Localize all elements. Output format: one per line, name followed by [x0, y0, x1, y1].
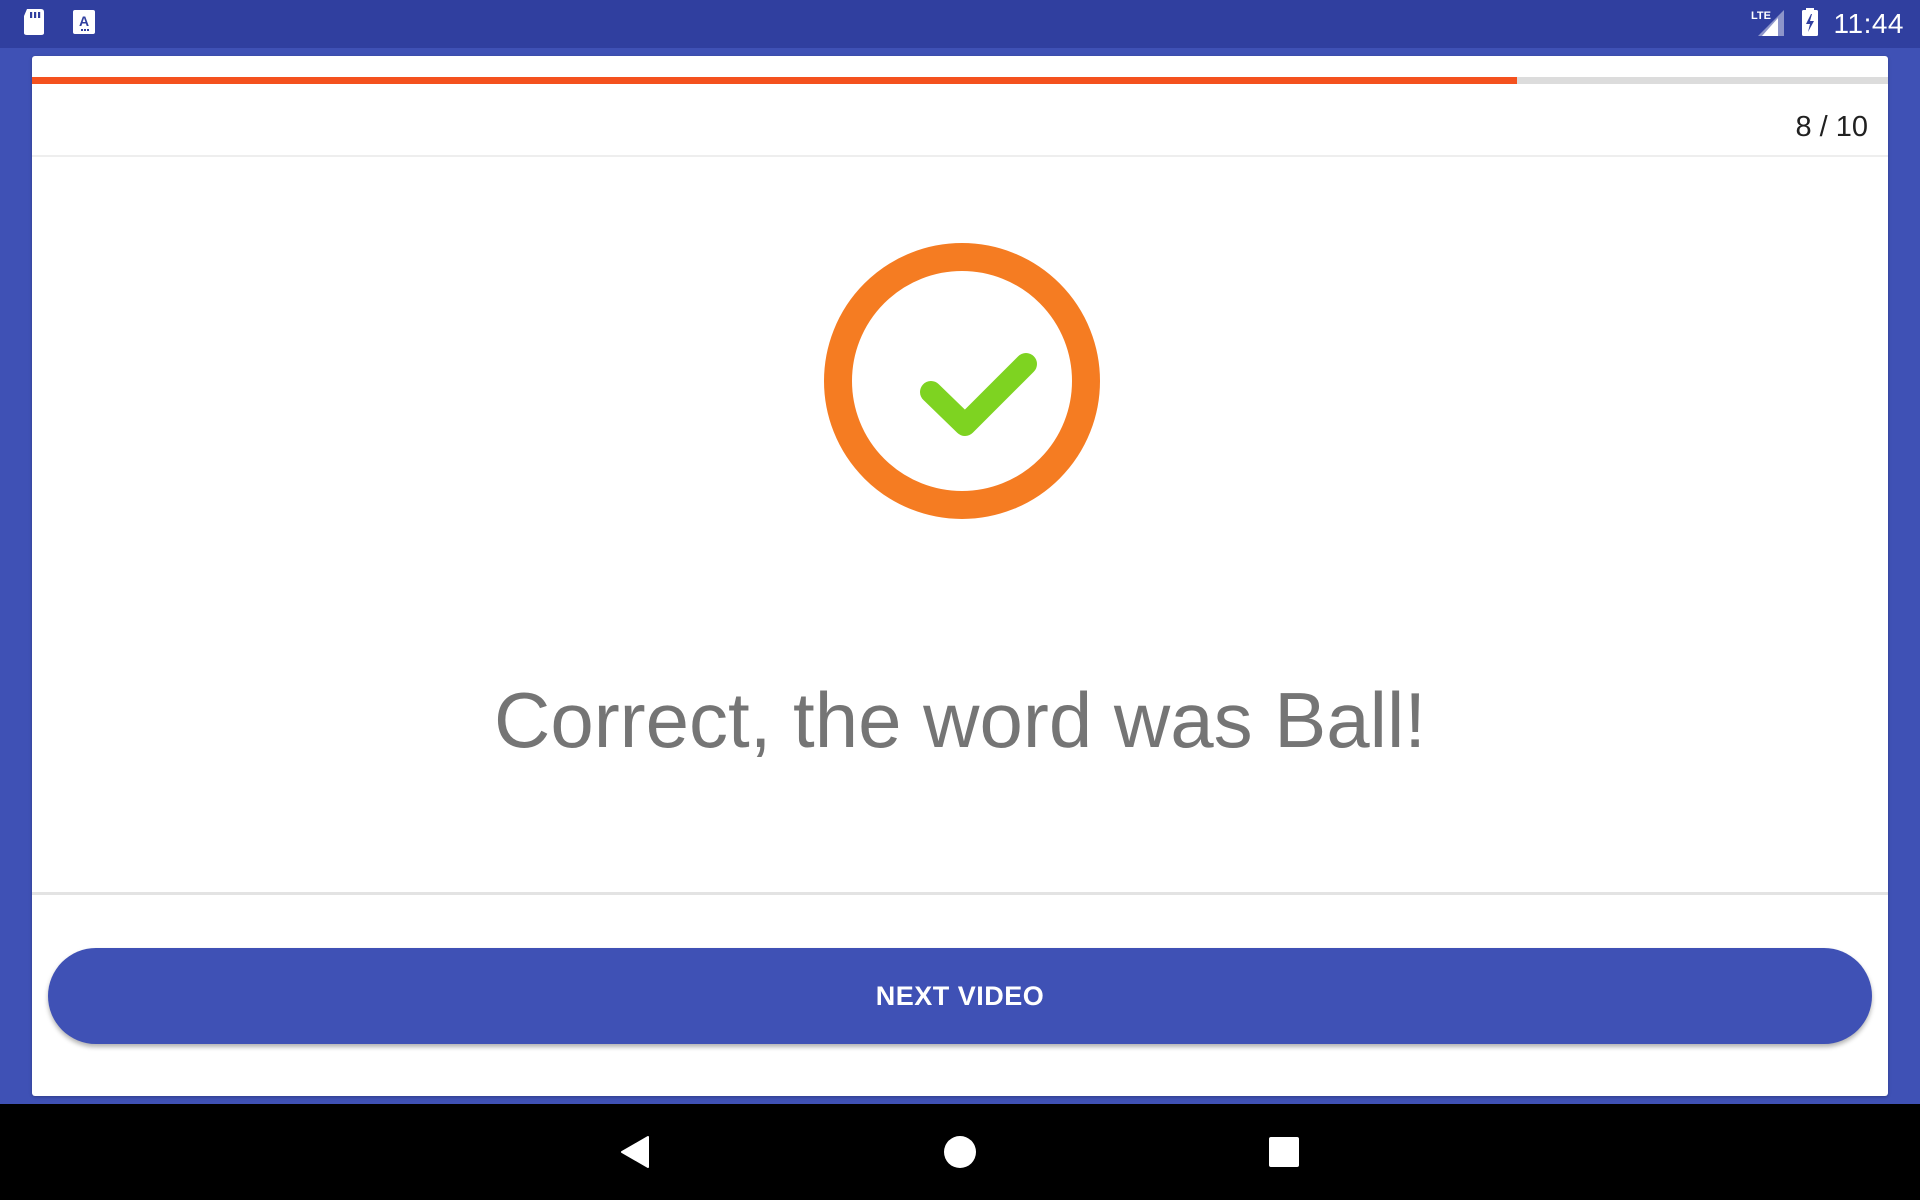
- header-divider: [32, 155, 1888, 157]
- sd-card-icon: [22, 8, 46, 41]
- keyboard-a-icon: A: [72, 9, 96, 40]
- check-circle-icon: [822, 241, 1102, 521]
- result-message: Correct, the word was Ball!: [493, 676, 1426, 764]
- footer-divider: [32, 892, 1888, 895]
- quiz-result-card: 8 / 10 Correct, the word was Ball! NEXT …: [32, 56, 1888, 1096]
- svg-text:A: A: [79, 13, 89, 29]
- question-counter: 8 / 10: [1795, 111, 1868, 143]
- quiz-progress-bar: [32, 77, 1888, 84]
- quiz-progress-fill: [32, 77, 1517, 84]
- back-icon[interactable]: [612, 1128, 660, 1176]
- notification-icons: A: [22, 8, 96, 41]
- home-icon[interactable]: [936, 1128, 984, 1176]
- status-bar: A LTE 11:44: [0, 0, 1920, 48]
- navigation-bar: [0, 1104, 1920, 1200]
- svg-text:LTE: LTE: [1751, 10, 1771, 22]
- signal-icon: LTE: [1750, 6, 1786, 43]
- battery-charging-icon: [1800, 7, 1820, 42]
- next-video-button[interactable]: NEXT VIDEO: [48, 948, 1872, 1044]
- status-clock: 11:44: [1833, 8, 1904, 39]
- system-indicators: LTE 11:44: [1750, 6, 1905, 42]
- recents-icon[interactable]: [1260, 1128, 1308, 1176]
